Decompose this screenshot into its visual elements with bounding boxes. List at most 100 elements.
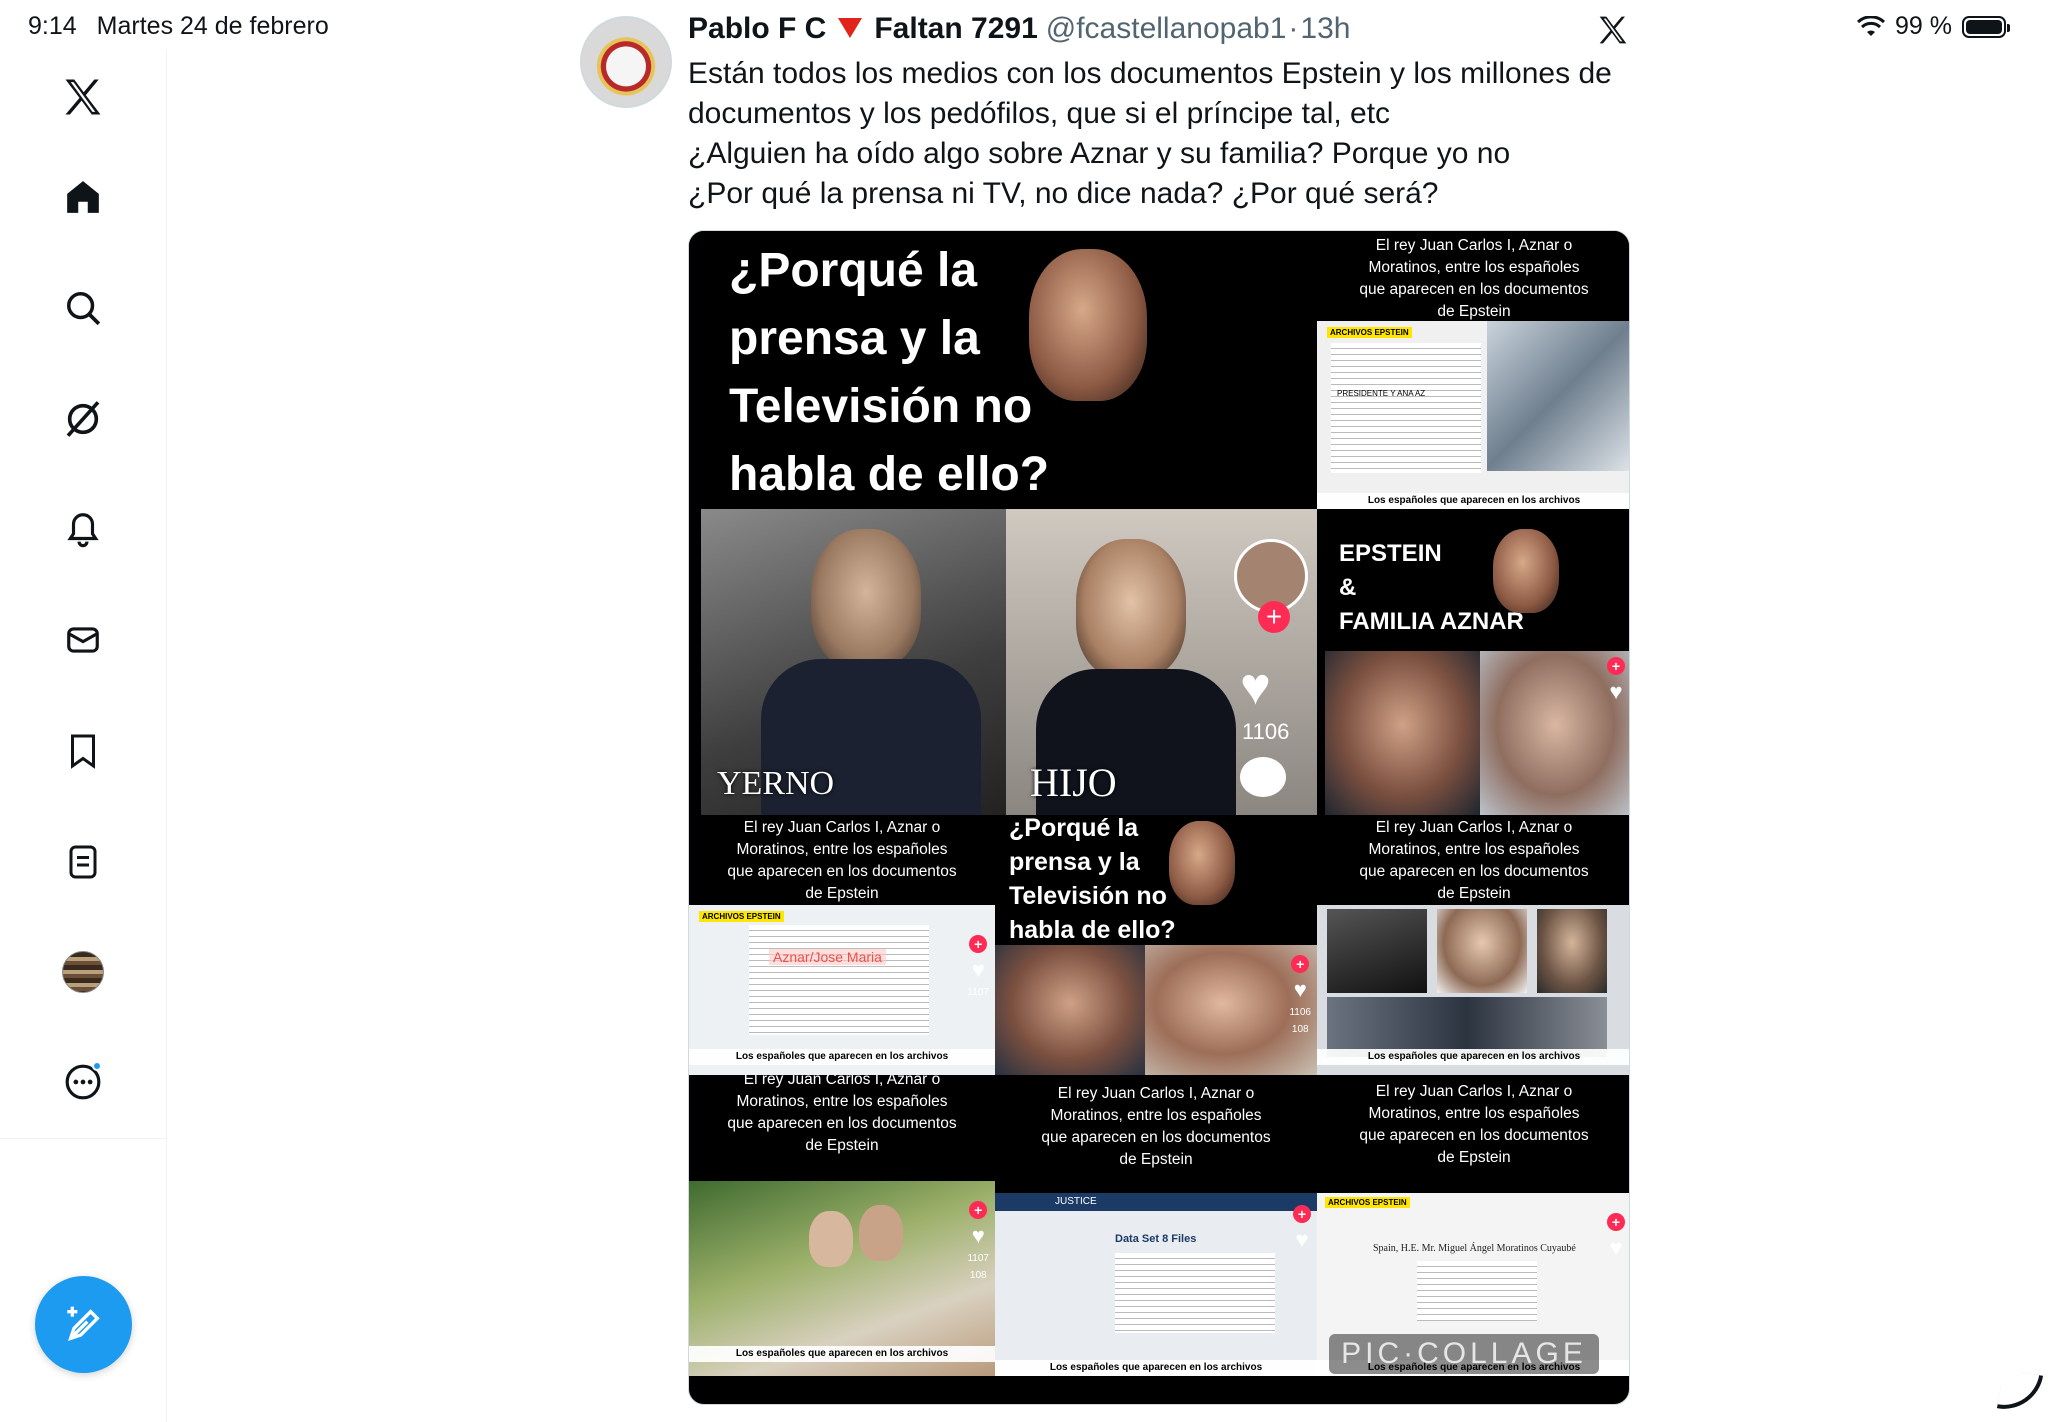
tiktok-follow-plus-icon: + [1291, 955, 1310, 973]
epstein-title-line: FAMILIA AZNAR [1339, 608, 1524, 635]
notifications-bell-icon[interactable] [52, 498, 114, 560]
author-name-suffix[interactable]: Faltan 7291 [874, 12, 1037, 46]
likes-count: 1106 [1242, 719, 1290, 744]
x-logo-icon[interactable] [52, 66, 114, 128]
photo-thumb [1437, 909, 1527, 993]
likes-count: 1107 [967, 1253, 989, 1264]
tiktok-side-icons: + ♥ 1106 108 [1289, 955, 1311, 1035]
main-title-line: habla de ello? [729, 448, 1050, 501]
caption: El rey Juan Carlos I, Aznar o Moratinos,… [689, 817, 995, 905]
small-title-tile: ¿Porqué la prensa y la Televisión no hab… [995, 815, 1317, 945]
small-title-line: habla de ello? [1009, 916, 1176, 944]
comments-count: 108 [1291, 1024, 1309, 1035]
caption: El rey Juan Carlos I, Aznar o Moratinos,… [995, 1083, 1317, 1171]
tiktok-side-icons: + ♥ 1107 108 [967, 1201, 989, 1281]
tiktok-follow-plus-icon: + [969, 1201, 988, 1219]
person-face [859, 1205, 903, 1261]
new-indicator-dot [92, 1061, 102, 1071]
aznar-portrait [1029, 249, 1147, 401]
sidebar [0, 50, 167, 1422]
tiktok-side-icons: + ♥ 1107 [967, 935, 989, 998]
archivos-tag: ARCHIVOS EPSTEIN [699, 911, 784, 922]
messages-envelope-icon[interactable] [52, 609, 114, 671]
clock: 9:14 [28, 12, 77, 40]
document-image [1417, 1261, 1537, 1321]
main-title: ¿Porqué la prensa y la Televisión no hab… [729, 237, 1049, 509]
search-icon[interactable] [52, 277, 114, 339]
bookmarks-icon[interactable] [52, 720, 114, 782]
caption-line: El rey Juan Carlos I, Aznar o [743, 819, 941, 836]
post-time[interactable]: 13h [1300, 12, 1350, 46]
caption-line: Moratinos, entre los españoles [1368, 841, 1580, 858]
aznar-photo [995, 945, 1145, 1075]
separator-dot: · [1288, 12, 1299, 45]
screen: 9:14 Martes 24 de febrero 99 % Pablo F C… [0, 0, 2048, 1422]
profile-avatar-button[interactable] [52, 941, 114, 1003]
strip-text: Los españoles que aparecen en los archiv… [1317, 1049, 1629, 1065]
compose-post-button[interactable] [35, 1276, 132, 1373]
caption: El rey Juan Carlos I, Aznar o Moratinos,… [689, 1075, 995, 1157]
highlighted-name: Aznar/Jose Maria [769, 949, 886, 965]
tweet-line: ¿Por qué la prensa ni TV, no dice nada? … [688, 177, 1439, 210]
heart-icon: ♥ [1293, 977, 1307, 1002]
tweet-text: Están todos los medios con los documento… [688, 54, 1628, 214]
lists-icon[interactable] [52, 831, 114, 893]
photo-thumb [1327, 909, 1427, 993]
aznar-doc-tile: ARCHIVOS EPSTEIN Aznar/Jose Maria + ♥ 11… [689, 905, 995, 1075]
aznar-portrait [1169, 821, 1235, 905]
compose-feather-icon [66, 1306, 100, 1341]
grok-icon[interactable] [52, 388, 114, 450]
caption-line: de Epstein [805, 1137, 879, 1154]
caption-line: Moratinos, entre los españoles [1050, 1107, 1262, 1124]
more-options-icon[interactable] [52, 1051, 114, 1113]
aznar-photo [1325, 651, 1480, 815]
moratinos-doc-text: Spain, H.E. Mr. Miguel Ángel Moratinos C… [1373, 1243, 1576, 1254]
label-yerno: YERNO [717, 765, 835, 802]
caption-line: Moratinos, entre los españoles [1368, 1105, 1580, 1122]
heart-icon: ♥ [1295, 1227, 1309, 1252]
likes-count: 1106 [1289, 1007, 1311, 1018]
collage-photos-tile: Los españoles que aparecen en los archiv… [1317, 905, 1629, 1075]
tiktok-follow-plus-icon: + [969, 935, 988, 953]
document-image [1115, 1253, 1275, 1333]
heart-icon: ♥ [971, 1223, 985, 1248]
caption-tile: El rey Juan Carlos I, Aznar o Moratinos,… [1317, 231, 1629, 321]
epstein-title-tile: EPSTEIN & FAMILIA AZNAR [1325, 521, 1629, 651]
caption-line: de Epstein [1437, 1149, 1511, 1166]
author-handle[interactable]: @fcastellanopab1 [1046, 12, 1287, 46]
tweet-image-collage[interactable]: ¿Porqué la prensa y la Televisión no hab… [688, 230, 1630, 1405]
caption-line: que aparecen en los documentos [1359, 281, 1589, 298]
caption-tile: El rey Juan Carlos I, Aznar o Moratinos,… [1317, 815, 1629, 905]
status-bar-right: 99 % [1857, 12, 2010, 41]
author-name[interactable]: Pablo F C [688, 12, 826, 46]
tiktok-follow-plus-icon: + [1293, 1205, 1311, 1223]
home-icon[interactable] [52, 166, 114, 228]
label-hijo: HIJO [1030, 760, 1117, 805]
profile-avatar [62, 951, 104, 993]
comment-icon [1240, 757, 1286, 797]
hijo-photo: + ♥ 1106 HIJO [1006, 509, 1317, 815]
heart-icon: ♥ [1609, 679, 1623, 704]
person-face [809, 1211, 853, 1267]
small-title: ¿Porqué la prensa y la Televisión no hab… [1009, 815, 1176, 945]
archivos-tag: ARCHIVOS EPSTEIN [1325, 1197, 1410, 1208]
tiktok-side-icons: + ♥ [1293, 1205, 1311, 1251]
battery-icon [1962, 15, 2010, 38]
caption-line: El rey Juan Carlos I, Aznar o [1375, 819, 1573, 836]
author-avatar[interactable] [580, 16, 672, 108]
caption: El rey Juan Carlos I, Aznar o Moratinos,… [1317, 1081, 1629, 1169]
tweet-line: ¿Alguien ha oído algo sobre Aznar y su f… [688, 137, 1511, 170]
caption-tile: El rey Juan Carlos I, Aznar o Moratinos,… [995, 1075, 1317, 1193]
caption: El rey Juan Carlos I, Aznar o Moratinos,… [1317, 235, 1629, 321]
document-image [1331, 343, 1481, 473]
caption-line: de Epstein [1119, 1151, 1193, 1168]
caption: El rey Juan Carlos I, Aznar o Moratinos,… [1317, 817, 1629, 905]
small-title-line: Televisión no [1009, 882, 1167, 910]
caption-tile: El rey Juan Carlos I, Aznar o Moratinos,… [689, 1075, 995, 1181]
strip-text: Los españoles que aparecen en los archiv… [1317, 493, 1629, 509]
caption-line: de Epstein [1437, 885, 1511, 902]
tiktok-follow-plus-icon: + [1258, 601, 1290, 633]
heart-icon: ♥ [1240, 658, 1271, 716]
tiktok-follow-plus-icon: + [1607, 657, 1625, 675]
photo-thumb [1327, 997, 1607, 1057]
